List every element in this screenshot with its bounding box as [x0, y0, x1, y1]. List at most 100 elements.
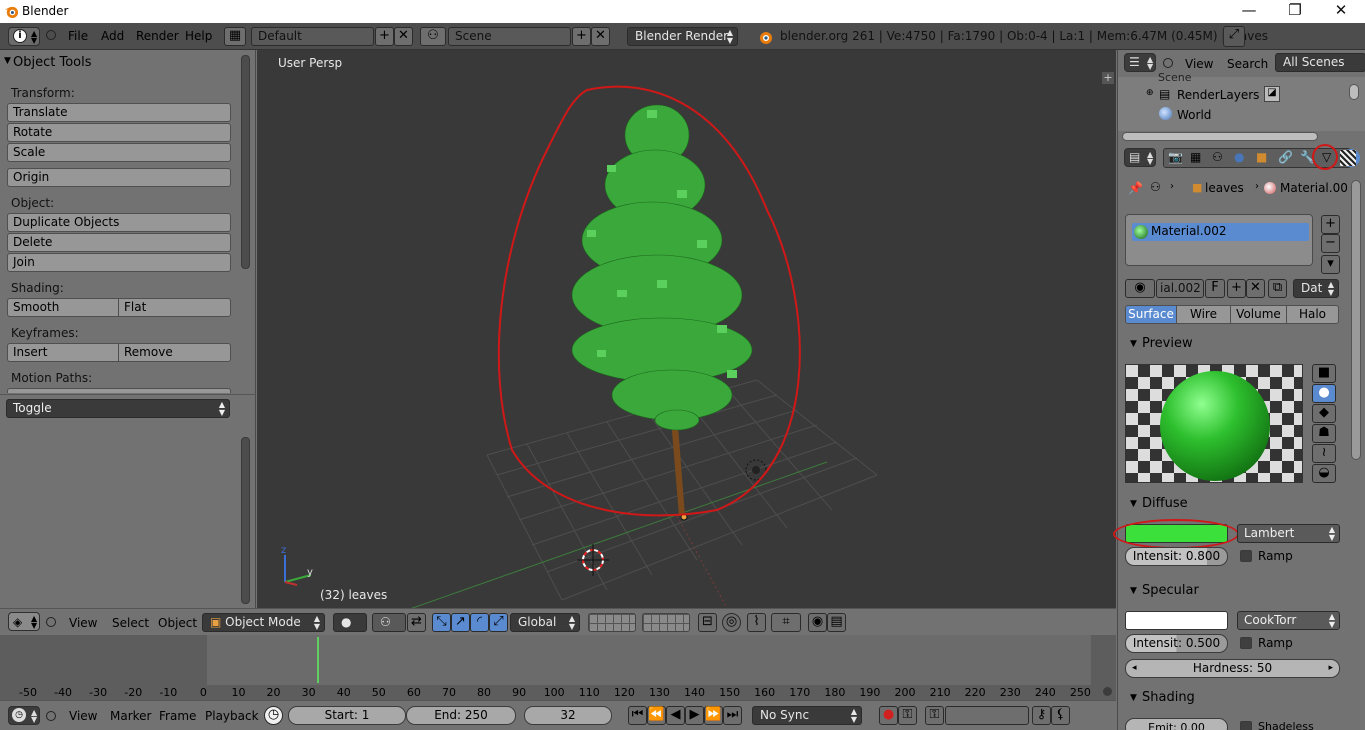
object-mode-dropdown[interactable]: ▣ Object Mode ▲ ▼ [202, 613, 325, 632]
editor-type-outliner-button[interactable]: ☰ ▲ ▼ [1124, 53, 1156, 72]
display-mode-dropdown[interactable]: All Scenes [1275, 53, 1365, 72]
tab-halo[interactable]: Halo [1286, 305, 1339, 324]
world-tab-icon[interactable]: ● [1234, 150, 1244, 164]
viewport-shading-dropdown[interactable]: ● [333, 613, 367, 632]
specular-shader-dropdown[interactable]: CookTorr ▲ ▼ [1237, 611, 1340, 630]
decrement-arrow-icon[interactable]: ◂ [1132, 660, 1137, 677]
texture-tab-icon[interactable] [1340, 150, 1356, 166]
delete-layout-icon[interactable]: ✕ [394, 27, 413, 46]
translate-button[interactable]: Translate [7, 103, 231, 122]
screen-layout-icon[interactable]: ▦ [224, 27, 246, 46]
diffuse-ramp-checkbox[interactable] [1240, 550, 1252, 562]
timeline-ruler[interactable]: -50 -40 -30 -20 -10 0 10 20 30 40 50 60 70 80 90 100 110… [0, 685, 1116, 700]
motion-paths-button-clipped[interactable] [7, 388, 231, 393]
slot-specials-icon[interactable]: ▾ [1321, 255, 1340, 274]
render-engine-dropdown[interactable]: Blender Render ▲ ▼ [627, 27, 738, 46]
emit-slider[interactable]: Emit: 0.00 [1125, 718, 1228, 730]
pivot-point-dropdown[interactable]: ⚇ [372, 613, 406, 632]
delete-keyframe-icon[interactable]: ⚸ [1051, 706, 1070, 725]
menu-search[interactable]: Search [1227, 57, 1268, 71]
render-layer-icon[interactable]: ◪ [1264, 86, 1280, 102]
menu-view[interactable]: View [69, 616, 97, 630]
material-name-field[interactable]: ial.002 [1156, 279, 1204, 298]
delete-button[interactable]: Delete [7, 233, 231, 252]
manipulator-toggle-icon[interactable]: ⇄ [407, 613, 426, 632]
tool-shelf-scrollbar[interactable] [241, 55, 250, 269]
tab-wire[interactable]: Wire [1176, 305, 1231, 324]
screen-layout-field[interactable]: Default [251, 27, 374, 46]
disclosure-triangle-icon[interactable]: ▼ [1130, 499, 1137, 509]
preview-sphere-icon[interactable]: ● [1312, 384, 1336, 403]
expand-icon[interactable]: ⊕ [1146, 88, 1154, 98]
node-toggle-icon[interactable]: ⧉ [1268, 279, 1287, 298]
fullscreen-icon[interactable]: ⤢ [1223, 26, 1245, 47]
scene-field[interactable]: Scene [448, 27, 571, 46]
timeline[interactable]: -50 -40 -30 -20 -10 0 10 20 30 40 50 60 70 80 90 100 110… [0, 635, 1116, 700]
fake-user-button[interactable]: F [1205, 279, 1225, 298]
add-layout-icon[interactable]: + [375, 27, 394, 46]
jump-end-icon[interactable]: ⏭ [723, 706, 742, 725]
layers-grid-b[interactable] [642, 613, 690, 632]
render-animation-icon[interactable]: ▤ [827, 613, 846, 632]
menu-frame[interactable]: Frame [159, 709, 196, 723]
editor-type-3d-button[interactable]: ◈ ▲ ▼ [8, 612, 40, 631]
layers-grid-a[interactable] [588, 613, 636, 632]
scale-manipulator-icon[interactable]: ⤢ [489, 613, 508, 632]
start-frame-field[interactable]: Start: 1 [288, 706, 406, 725]
smooth-button[interactable]: Smooth [7, 298, 119, 317]
menu-view[interactable]: View [1185, 57, 1213, 71]
snap-toggle-icon[interactable]: ⌇ [747, 613, 766, 632]
rotate-manipulator-icon[interactable]: ◜ [470, 613, 489, 632]
scene-icon[interactable]: ⚇ [420, 27, 446, 46]
scale-button[interactable]: Scale [7, 143, 231, 162]
unlink-material-icon[interactable]: ✕ [1246, 279, 1265, 298]
operator-panel-scrollbar[interactable] [241, 437, 250, 604]
shadeless-checkbox[interactable] [1240, 721, 1252, 730]
3d-viewport[interactable]: User Persp + z y (32) leaves [257, 50, 1116, 608]
translate-manipulator-icon[interactable]: ⤡ [432, 613, 451, 632]
outliner-scrollbar[interactable] [1349, 84, 1359, 100]
toggle-dropdown[interactable]: Toggle ▲ ▼ [6, 399, 230, 418]
remove-keyframe-button[interactable]: Remove [118, 343, 231, 362]
remove-slot-icon[interactable]: − [1321, 234, 1340, 253]
link-dropdown[interactable]: Dat ▲ ▼ [1293, 279, 1339, 298]
play-icon[interactable]: ▶ [685, 706, 704, 725]
proportional-edit-icon[interactable]: ◎ [722, 613, 741, 632]
jump-start-icon[interactable]: ⏮ [628, 706, 647, 725]
object-tab-icon[interactable]: ■ [1256, 150, 1267, 164]
rotate-button[interactable]: Rotate [7, 123, 231, 142]
render-preview-icon[interactable]: ◉ [808, 613, 827, 632]
keying-set-icon[interactable]: ⚿ [925, 706, 944, 725]
collapse-menus-icon[interactable] [46, 617, 56, 627]
prev-keyframe-icon[interactable]: ⏪ [647, 706, 666, 725]
minimize-button[interactable]: — [1226, 0, 1272, 23]
maximize-button[interactable]: ❐ [1272, 0, 1318, 23]
preview-sphere-sky-icon[interactable]: ◒ [1312, 464, 1336, 483]
diffuse-shader-dropdown[interactable]: Lambert ▲ ▼ [1237, 524, 1340, 543]
scene-tree-item[interactable]: Scene [1158, 71, 1192, 84]
insert-keyframe-icon[interactable]: ⚷ [1032, 706, 1051, 725]
menu-add[interactable]: Add [101, 29, 124, 43]
world-item[interactable]: World [1177, 108, 1211, 122]
collapse-menus-icon[interactable] [46, 30, 56, 40]
close-window-button[interactable]: ✕ [1318, 0, 1364, 23]
scene-tab-icon[interactable]: ⚇ [1212, 150, 1223, 164]
render-layers-tab-icon[interactable]: ▦ [1190, 150, 1201, 164]
disclosure-triangle-icon[interactable]: ▼ [1130, 693, 1137, 703]
material-slot-item[interactable]: Material.002 [1132, 223, 1309, 241]
specular-color-swatch[interactable] [1125, 611, 1228, 630]
menu-help[interactable]: Help [185, 29, 212, 43]
specular-ramp-checkbox[interactable] [1240, 637, 1252, 649]
duplicate-objects-button[interactable]: Duplicate Objects [7, 213, 231, 232]
material-slots-list[interactable]: Material.002 [1125, 214, 1313, 266]
menu-marker[interactable]: Marker [110, 709, 151, 723]
flat-button[interactable]: Flat [118, 298, 231, 317]
pin-icon[interactable]: 📌 [1128, 181, 1143, 195]
sync-mode-dropdown[interactable]: No Sync ▲ ▼ [752, 706, 862, 725]
record-icon[interactable]: ● [879, 706, 898, 725]
delete-scene-icon[interactable]: ✕ [591, 27, 610, 46]
add-scene-icon[interactable]: + [572, 27, 591, 46]
outliner-tree[interactable]: Scene ⊕ ▤ RenderLayers ◪ World [1118, 71, 1365, 131]
disclosure-triangle-icon[interactable]: ▼ [4, 56, 11, 66]
material-browse-icon[interactable]: ◉ [1125, 279, 1155, 298]
